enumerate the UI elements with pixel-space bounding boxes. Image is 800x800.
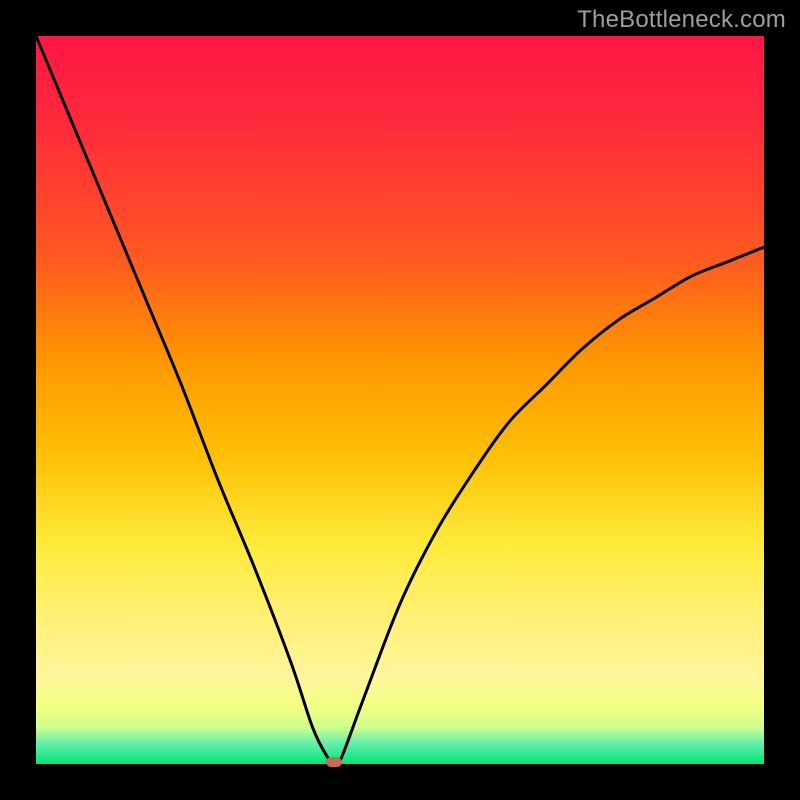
chart-plot-area [36,36,764,764]
bottleneck-curve [36,36,764,764]
optimal-marker [326,757,342,767]
watermark-text: TheBottleneck.com [577,6,786,34]
